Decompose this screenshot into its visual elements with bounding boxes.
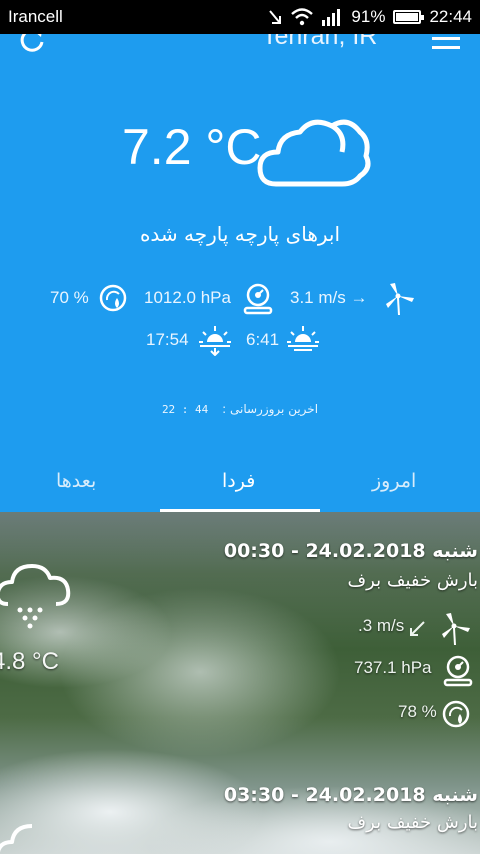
forecast-date: شنبه 24.02.2018 - 03:30	[223, 784, 478, 806]
forecast-description: بارش خفیف برف	[347, 812, 479, 833]
refresh-icon[interactable]	[18, 34, 46, 54]
forecast-item[interactable]: شنبه 24.02.2018 - 03:30 بارش خفیف برف	[0, 768, 480, 854]
forecast-humidity-row: 78 %	[280, 698, 480, 730]
sunrise-time: 6:41	[246, 330, 280, 349]
snow-cloud-icon	[0, 824, 33, 853]
snow-cloud-icon	[0, 564, 71, 629]
city-name[interactable]: Tehran, IR	[262, 34, 377, 51]
sun-times-row: 17:54 6:41	[0, 324, 480, 360]
hamburger-menu-icon[interactable]	[432, 34, 460, 50]
forecast-description: بارش خفیف برف	[347, 570, 479, 591]
forecast-temperature: 4.8 °C	[0, 648, 59, 675]
wind-direction-icon	[410, 621, 425, 636]
last-update-label: اخرین بروزرسانی :	[222, 402, 319, 416]
forecast-humidity-value: 78 %	[398, 702, 437, 721]
humidity-icon	[99, 284, 127, 312]
sunrise-icon	[287, 326, 319, 351]
wind-turbine-icon	[386, 283, 414, 316]
carrier-name: Irancell	[8, 7, 63, 26]
forecast-wind-row: .3 m/s	[280, 612, 480, 646]
tab-today[interactable]: امروز	[372, 470, 416, 492]
forecast-item[interactable]: شنبه 24.02.2018 - 00:30 بارش خفیف برف 4.…	[0, 512, 480, 768]
current-weather-panel: Tehran, IR 7.2 °C ابرهای پارچه پارچه شده…	[0, 34, 480, 512]
wind-turbine-icon	[442, 613, 470, 646]
last-update-time: 22 : 44	[161, 403, 209, 416]
wifi-icon	[291, 8, 314, 26]
signal-icon	[322, 9, 341, 26]
last-update: 22 : 44 اخرین بروزرسانی :	[0, 402, 480, 416]
clock: 22:44	[429, 7, 472, 26]
battery-percent: 91%	[351, 7, 386, 26]
wind-value: 3.1 m/s →	[290, 288, 368, 307]
app-toolbar: Tehran, IR	[0, 34, 480, 58]
battery-icon	[393, 10, 425, 24]
notification-icon	[269, 10, 282, 24]
forecast-wind-value: .3 m/s	[358, 616, 405, 635]
status-icons: 91% 22:44	[267, 7, 472, 27]
tab-later[interactable]: بعدها	[56, 470, 96, 492]
humidity-icon	[442, 700, 470, 728]
forecast-list[interactable]: شنبه 24.02.2018 - 00:30 بارش خفیف برف 4.…	[0, 512, 480, 854]
forecast-tabs: امروز فردا بعدها	[0, 464, 480, 512]
weather-description: ابرهای پارچه پارچه شده	[139, 222, 341, 246]
sunset-icon	[199, 326, 231, 356]
cloud-icon	[257, 119, 371, 187]
pressure-icon	[243, 283, 273, 315]
pressure-value: 1012.0 hPa	[144, 288, 231, 307]
tab-tomorrow[interactable]: فردا	[222, 470, 255, 492]
status-bar: Irancell 91% 22:44	[0, 0, 480, 34]
current-temperature: 7.2 °C	[122, 119, 262, 175]
humidity-value: 70 %	[50, 288, 89, 307]
current-stats-row: 70 % 1012.0 hPa 3.1 m/s →	[0, 282, 480, 318]
forecast-pressure-value: 737.1 hPa	[354, 658, 432, 677]
forecast-pressure-row: 737.1 hPa	[280, 654, 480, 687]
sunset-time: 17:54	[146, 330, 189, 349]
pressure-icon	[443, 655, 473, 687]
forecast-date: شنبه 24.02.2018 - 00:30	[223, 540, 478, 562]
